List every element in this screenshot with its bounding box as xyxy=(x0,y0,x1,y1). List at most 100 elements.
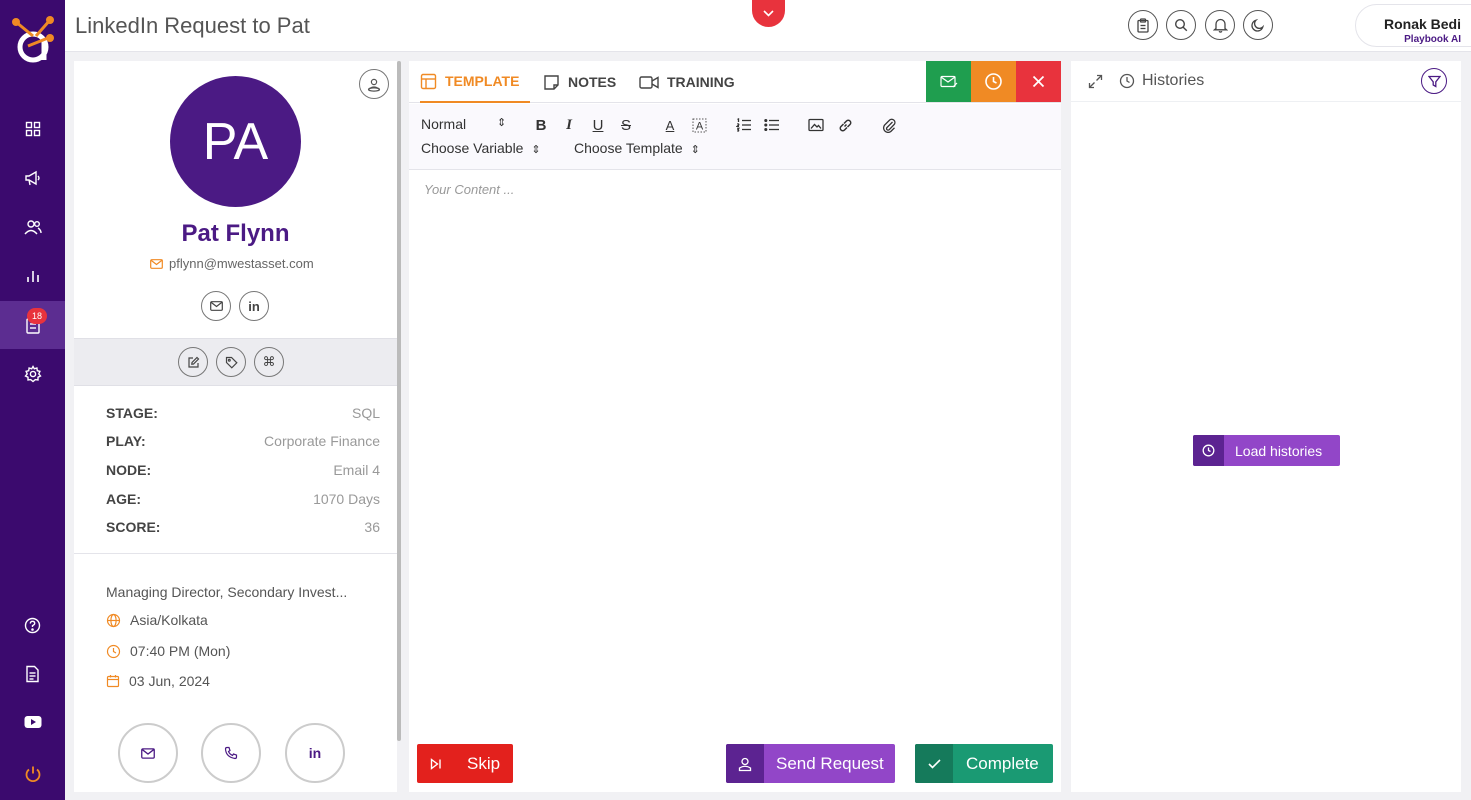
edit-contact-button[interactable] xyxy=(178,347,208,377)
nav-youtube[interactable] xyxy=(0,698,65,746)
contact-panel: PA Pat Flynn pflynn@mwestasset.com in ⌘ … xyxy=(74,61,397,792)
quick-call-button[interactable] xyxy=(201,723,261,783)
document-icon xyxy=(25,665,40,683)
highlight-button[interactable]: A xyxy=(689,116,709,134)
tab-template-label: TEMPLATE xyxy=(445,73,520,89)
notes-icon xyxy=(543,74,560,91)
snooze-button[interactable] xyxy=(971,61,1016,102)
load-histories-label: Load histories xyxy=(1235,442,1323,459)
text-color-icon: A xyxy=(665,117,675,133)
globe-icon xyxy=(106,613,121,628)
info-label-node: NODE: xyxy=(106,462,152,478)
quick-email-button[interactable] xyxy=(118,723,178,783)
filter-icon xyxy=(1427,75,1441,88)
bold-icon: B xyxy=(535,116,547,134)
skip-label: Skip xyxy=(467,753,501,773)
tag-icon xyxy=(225,356,238,369)
nav-settings[interactable] xyxy=(0,350,65,398)
histories-title: Histories xyxy=(1142,72,1205,89)
email-contact-button[interactable] xyxy=(201,291,231,321)
nav-docs[interactable] xyxy=(0,650,65,698)
tab-notes[interactable]: NOTES xyxy=(543,61,616,103)
italic-button[interactable]: I xyxy=(559,116,579,134)
nav-dashboard[interactable] xyxy=(0,105,65,153)
bold-button[interactable]: B xyxy=(531,116,551,134)
nav-campaigns[interactable] xyxy=(0,154,65,202)
clock-icon xyxy=(984,72,1003,91)
choose-template-select[interactable]: Choose Template ⇕ xyxy=(574,140,700,156)
send-request-button[interactable]: Send Request xyxy=(726,744,895,783)
info-value-play: Corporate Finance xyxy=(264,433,380,449)
contact-action-strip: ⌘ xyxy=(74,338,397,386)
contact-email-row[interactable]: pflynn@mwestasset.com xyxy=(150,256,314,271)
nav-logout[interactable] xyxy=(0,750,65,798)
text-color-button[interactable]: A xyxy=(660,116,680,134)
insert-link-button[interactable] xyxy=(835,116,855,134)
clipboard-button[interactable] xyxy=(1128,10,1158,40)
attach-file-button[interactable] xyxy=(879,116,899,134)
link-icon xyxy=(838,118,853,133)
power-icon xyxy=(24,765,42,783)
timezone-row: Asia/Kolkata xyxy=(106,612,208,628)
updown-icon: ⇕ xyxy=(497,117,507,129)
skip-button[interactable]: Skip xyxy=(417,744,513,783)
quick-linkedin-button[interactable]: in xyxy=(285,723,345,783)
notifications-button[interactable] xyxy=(1205,10,1235,40)
bar-chart-icon xyxy=(25,268,41,284)
histories-panel: Histories Load histories xyxy=(1071,61,1461,792)
editor-tab-bar: TEMPLATE NOTES TRAINING xyxy=(409,61,1061,103)
insert-image-button[interactable] xyxy=(806,116,826,134)
clipboard-icon xyxy=(1136,17,1150,33)
user-menu[interactable]: Ronak Bedi Playbook AI RB xyxy=(1355,4,1471,47)
paperclip-icon xyxy=(882,117,896,133)
strike-button[interactable]: S xyxy=(616,116,636,134)
nav-contacts[interactable] xyxy=(0,203,65,251)
user-organization: Playbook AI xyxy=(1404,34,1461,45)
close-task-button[interactable] xyxy=(1016,61,1061,102)
bullet-list-button[interactable] xyxy=(762,116,782,134)
format-select[interactable]: Normal ⇕ xyxy=(421,116,506,132)
app-logo[interactable] xyxy=(8,12,58,68)
assign-owner-button[interactable] xyxy=(359,69,389,99)
info-value-age: 1070 Days xyxy=(313,491,380,507)
megaphone-icon xyxy=(24,170,42,186)
linkedin-profile-button[interactable]: in xyxy=(239,291,269,321)
email-action-button[interactable] xyxy=(926,61,971,102)
tasks-count-badge: 18 xyxy=(27,308,47,324)
nav-analytics[interactable] xyxy=(0,252,65,300)
tab-template[interactable]: TEMPLATE xyxy=(420,61,531,103)
contact-date: 03 Jun, 2024 xyxy=(129,673,210,689)
shortcut-button[interactable]: ⌘ xyxy=(254,347,284,377)
info-value-score: 36 xyxy=(364,519,380,535)
expand-icon[interactable] xyxy=(1088,74,1103,89)
bell-icon xyxy=(1212,17,1228,33)
tab-training[interactable]: TRAINING xyxy=(639,61,735,103)
help-icon xyxy=(24,617,41,634)
complete-label: Complete xyxy=(966,753,1039,773)
page-title: LinkedIn Request to Pat xyxy=(75,13,310,38)
filter-button[interactable] xyxy=(1421,68,1447,94)
job-title: Managing Director, Secondary Invest... xyxy=(106,584,348,600)
search-button[interactable] xyxy=(1166,10,1196,40)
complete-button[interactable]: Complete xyxy=(915,744,1053,783)
contact-panel-scrollbar[interactable] xyxy=(397,61,401,741)
nav-tasks[interactable]: 18 xyxy=(0,301,65,349)
info-label-age: AGE: xyxy=(106,491,141,507)
sidebar: 18 xyxy=(0,0,65,800)
close-icon xyxy=(1032,75,1045,88)
ordered-list-button[interactable] xyxy=(734,116,754,134)
search-icon xyxy=(1174,18,1188,32)
histories-header: Histories xyxy=(1071,61,1461,102)
underline-button[interactable]: U xyxy=(588,116,608,134)
nav-help[interactable] xyxy=(0,601,65,649)
command-icon: ⌘ xyxy=(262,354,276,369)
underline-icon: U xyxy=(592,116,604,134)
choose-variable-select[interactable]: Choose Variable ⇕ xyxy=(421,140,541,156)
load-histories-button[interactable]: Load histories xyxy=(1193,435,1340,466)
ordered-list-icon xyxy=(736,118,752,132)
theme-toggle-button[interactable] xyxy=(1243,10,1273,40)
tag-contact-button[interactable] xyxy=(216,347,246,377)
skip-icon xyxy=(417,744,455,783)
editor-content[interactable]: Your Content ... xyxy=(424,182,1044,722)
info-label-score: SCORE: xyxy=(106,519,161,535)
